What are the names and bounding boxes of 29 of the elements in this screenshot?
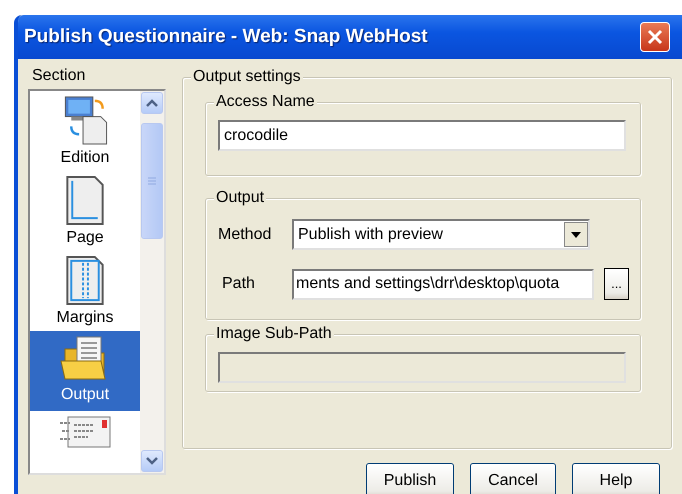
- section-item[interactable]: Output: [30, 331, 140, 411]
- window-title: Publish Questionnaire - Web: Snap WebHost: [24, 24, 429, 49]
- group-title: Image Sub-Path: [214, 324, 334, 344]
- close-icon: [646, 28, 664, 46]
- method-label: Method: [218, 224, 272, 244]
- section-label: Section: [32, 67, 86, 86]
- path-field[interactable]: ments and settings\drr\desktop\quota: [292, 268, 594, 300]
- scroll-up-button[interactable]: [141, 92, 163, 114]
- dialog-button[interactable]: Cancel: [470, 463, 556, 494]
- scroll-thumb[interactable]: [141, 123, 163, 239]
- group-title: Output settings: [191, 67, 303, 87]
- path-label: Path: [221, 274, 256, 294]
- dialog-button[interactable]: Help: [572, 463, 660, 494]
- access-name-field[interactable]: crocodile: [218, 120, 626, 151]
- page-icon: [64, 175, 106, 226]
- close-button[interactable]: [640, 22, 670, 52]
- scroll-down-button[interactable]: [141, 450, 163, 472]
- section-item[interactable]: Page: [30, 171, 140, 251]
- dropdown-arrow-icon: [571, 232, 581, 238]
- section-item[interactable]: Edition: [30, 91, 140, 171]
- browse-button[interactable]: ...: [604, 268, 629, 300]
- dialog-button[interactable]: Publish: [366, 463, 454, 494]
- scrollbar[interactable]: [140, 91, 164, 473]
- envelope-icon: [58, 415, 112, 449]
- group-title: Output: [214, 188, 266, 208]
- grip-icon: [148, 177, 156, 185]
- section-item[interactable]: Margins: [30, 251, 140, 331]
- margins-page-icon: [64, 255, 106, 306]
- method-dropdown[interactable]: Publish with preview: [292, 219, 590, 250]
